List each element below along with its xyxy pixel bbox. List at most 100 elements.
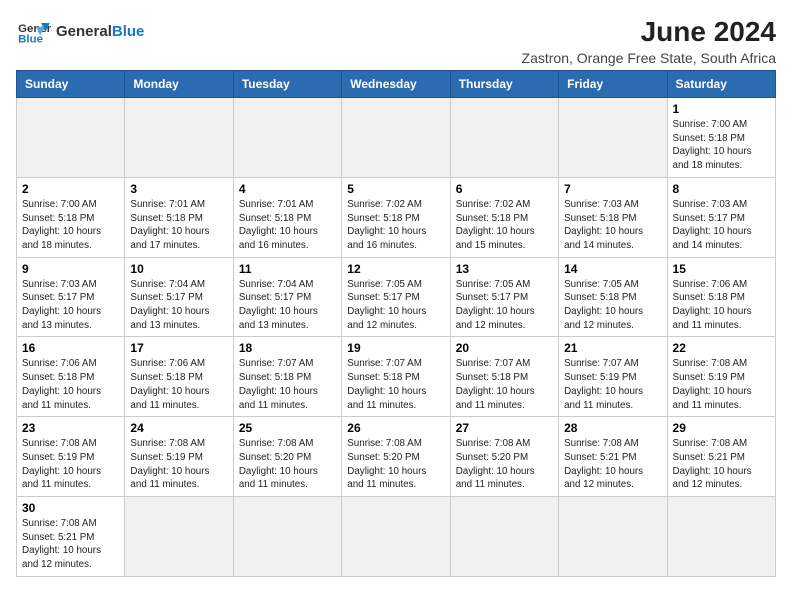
day-info: Sunrise: 7:08 AM Sunset: 5:20 PM Dayligh… [239, 437, 336, 492]
day-info: Sunrise: 7:08 AM Sunset: 5:21 PM Dayligh… [673, 437, 770, 492]
calendar-cell: 1Sunrise: 7:00 AM Sunset: 5:18 PM Daylig… [667, 98, 775, 178]
calendar-cell: 26Sunrise: 7:08 AM Sunset: 5:20 PM Dayli… [342, 417, 450, 497]
calendar-cell: 7 Sunrise: 7:03 AM Sunset: 5:18 PM Daylig… [559, 177, 667, 257]
weekday-header-thursday: Thursday [450, 71, 558, 98]
title-area: June 2024 Zastron, Orange Free State, So… [522, 16, 776, 66]
weekday-header-wednesday: Wednesday [342, 71, 450, 98]
calendar-week-6: 30 Sunrise: 7:08 AM Sunset: 5:21 PM Dayli… [17, 497, 776, 577]
day-number: 3 [130, 182, 227, 196]
calendar-cell [450, 497, 558, 577]
calendar-week-1: 1Sunrise: 7:00 AM Sunset: 5:18 PM Daylig… [17, 98, 776, 178]
calendar-title: June 2024 [522, 16, 776, 48]
day-info: Sunrise: 7:01 AM Sunset: 5:18 PM Dayligh… [130, 198, 227, 253]
day-info: Sunrise: 7:03 AM Sunset: 5:17 PM Dayligh… [22, 278, 119, 333]
calendar-cell: 22 Sunrise: 7:08 AM Sunset: 5:19 PM Dayli… [667, 337, 775, 417]
day-number: 2 [22, 182, 119, 196]
day-number: 22 [673, 341, 770, 355]
day-info: Sunrise: 7:06 AM Sunset: 5:18 PM Dayligh… [673, 278, 770, 333]
day-number: 1 [673, 102, 770, 116]
day-number: 16 [22, 341, 119, 355]
calendar-cell: 11Sunrise: 7:04 AM Sunset: 5:17 PM Dayli… [233, 257, 341, 337]
calendar-cell: 10 Sunrise: 7:04 AM Sunset: 5:17 PM Dayli… [125, 257, 233, 337]
calendar-cell: 18 Sunrise: 7:07 AM Sunset: 5:18 PM Dayli… [233, 337, 341, 417]
logo: General Blue GeneralBlue [16, 16, 144, 46]
day-info: Sunrise: 7:03 AM Sunset: 5:18 PM Dayligh… [564, 198, 661, 253]
day-number: 14 [564, 262, 661, 276]
weekday-header-tuesday: Tuesday [233, 71, 341, 98]
calendar-cell: 15 Sunrise: 7:06 AM Sunset: 5:18 PM Dayli… [667, 257, 775, 337]
calendar-cell: 20 Sunrise: 7:07 AM Sunset: 5:18 PM Dayli… [450, 337, 558, 417]
day-number: 27 [456, 421, 553, 435]
day-number: 4 [239, 182, 336, 196]
calendar-cell [342, 497, 450, 577]
calendar-cell: 13 Sunrise: 7:05 AM Sunset: 5:17 PM Dayli… [450, 257, 558, 337]
day-number: 19 [347, 341, 444, 355]
day-info: Sunrise: 7:08 AM Sunset: 5:21 PM Dayligh… [564, 437, 661, 492]
day-info: Sunrise: 7:07 AM Sunset: 5:18 PM Dayligh… [456, 357, 553, 412]
day-number: 11 [239, 262, 336, 276]
calendar-week-5: 23 Sunrise: 7:08 AM Sunset: 5:19 PM Dayli… [17, 417, 776, 497]
calendar-cell: 6Sunrise: 7:02 AM Sunset: 5:18 PM Daylig… [450, 177, 558, 257]
day-number: 9 [22, 262, 119, 276]
day-info: Sunrise: 7:05 AM Sunset: 5:17 PM Dayligh… [456, 278, 553, 333]
day-info: Sunrise: 7:08 AM Sunset: 5:19 PM Dayligh… [130, 437, 227, 492]
day-info: Sunrise: 7:02 AM Sunset: 5:18 PM Dayligh… [456, 198, 553, 253]
day-info: Sunrise: 7:05 AM Sunset: 5:17 PM Dayligh… [347, 278, 444, 333]
calendar-cell [125, 98, 233, 178]
day-info: Sunrise: 7:00 AM Sunset: 5:18 PM Dayligh… [22, 198, 119, 253]
day-number: 5 [347, 182, 444, 196]
calendar-week-3: 9 Sunrise: 7:03 AM Sunset: 5:17 PM Daylig… [17, 257, 776, 337]
day-number: 21 [564, 341, 661, 355]
calendar-week-2: 2 Sunrise: 7:00 AM Sunset: 5:18 PM Daylig… [17, 177, 776, 257]
day-info: Sunrise: 7:06 AM Sunset: 5:18 PM Dayligh… [22, 357, 119, 412]
day-number: 15 [673, 262, 770, 276]
day-number: 28 [564, 421, 661, 435]
day-info: Sunrise: 7:01 AM Sunset: 5:18 PM Dayligh… [239, 198, 336, 253]
day-number: 10 [130, 262, 227, 276]
calendar-cell [233, 98, 341, 178]
header: General Blue GeneralBlue June 2024 Zastr… [16, 16, 776, 66]
day-number: 13 [456, 262, 553, 276]
day-number: 18 [239, 341, 336, 355]
day-info: Sunrise: 7:07 AM Sunset: 5:18 PM Dayligh… [239, 357, 336, 412]
calendar-cell: 2 Sunrise: 7:00 AM Sunset: 5:18 PM Daylig… [17, 177, 125, 257]
day-info: Sunrise: 7:08 AM Sunset: 5:20 PM Dayligh… [347, 437, 444, 492]
day-number: 23 [22, 421, 119, 435]
day-info: Sunrise: 7:04 AM Sunset: 5:17 PM Dayligh… [130, 278, 227, 333]
day-info: Sunrise: 7:08 AM Sunset: 5:19 PM Dayligh… [22, 437, 119, 492]
calendar-cell [559, 497, 667, 577]
day-info: Sunrise: 7:08 AM Sunset: 5:19 PM Dayligh… [673, 357, 770, 412]
day-number: 30 [22, 501, 119, 515]
day-number: 29 [673, 421, 770, 435]
day-info: Sunrise: 7:08 AM Sunset: 5:20 PM Dayligh… [456, 437, 553, 492]
calendar-cell: 23 Sunrise: 7:08 AM Sunset: 5:19 PM Dayli… [17, 417, 125, 497]
calendar-cell [233, 497, 341, 577]
day-info: Sunrise: 7:08 AM Sunset: 5:21 PM Dayligh… [22, 517, 119, 572]
day-info: Sunrise: 7:07 AM Sunset: 5:19 PM Dayligh… [564, 357, 661, 412]
calendar-cell: 8Sunrise: 7:03 AM Sunset: 5:17 PM Daylig… [667, 177, 775, 257]
svg-text:Blue: Blue [18, 33, 43, 45]
calendar-subtitle: Zastron, Orange Free State, South Africa [522, 50, 776, 66]
calendar-cell: 12Sunrise: 7:05 AM Sunset: 5:17 PM Dayli… [342, 257, 450, 337]
calendar-cell [342, 98, 450, 178]
day-number: 8 [673, 182, 770, 196]
calendar-cell [667, 497, 775, 577]
day-number: 17 [130, 341, 227, 355]
day-info: Sunrise: 7:05 AM Sunset: 5:18 PM Dayligh… [564, 278, 661, 333]
day-number: 7 [564, 182, 661, 196]
weekday-header-monday: Monday [125, 71, 233, 98]
calendar-cell [559, 98, 667, 178]
calendar-cell: 14 Sunrise: 7:05 AM Sunset: 5:18 PM Dayli… [559, 257, 667, 337]
calendar-cell [125, 497, 233, 577]
weekday-header-row: SundayMondayTuesdayWednesdayThursdayFrid… [17, 71, 776, 98]
day-number: 20 [456, 341, 553, 355]
calendar-cell: 24Sunrise: 7:08 AM Sunset: 5:19 PM Dayli… [125, 417, 233, 497]
calendar-cell: 19Sunrise: 7:07 AM Sunset: 5:18 PM Dayli… [342, 337, 450, 417]
calendar-cell: 4 Sunrise: 7:01 AM Sunset: 5:18 PM Daylig… [233, 177, 341, 257]
calendar-cell: 5Sunrise: 7:02 AM Sunset: 5:18 PM Daylig… [342, 177, 450, 257]
calendar-cell: 30 Sunrise: 7:08 AM Sunset: 5:21 PM Dayli… [17, 497, 125, 577]
weekday-header-saturday: Saturday [667, 71, 775, 98]
calendar-cell: 25Sunrise: 7:08 AM Sunset: 5:20 PM Dayli… [233, 417, 341, 497]
calendar-cell: 27 Sunrise: 7:08 AM Sunset: 5:20 PM Dayli… [450, 417, 558, 497]
calendar-cell [17, 98, 125, 178]
